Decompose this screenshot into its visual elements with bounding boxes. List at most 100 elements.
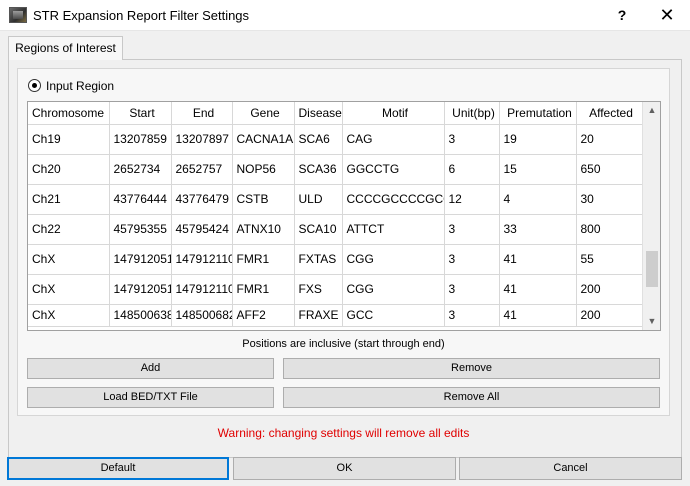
cell-chromosome[interactable]: Ch22 (28, 214, 110, 245)
cell-motif[interactable]: GCC (342, 304, 445, 327)
cell-end[interactable]: 43776479 (171, 184, 233, 215)
column-header-motif[interactable]: Motif (342, 102, 445, 125)
cell-unit[interactable]: 3 (444, 244, 500, 275)
cell-start[interactable]: 45795355 (109, 214, 172, 245)
cell-gene[interactable]: ATNX10 (232, 214, 295, 245)
input-region-label[interactable]: Input Region (46, 79, 114, 93)
cell-disease[interactable]: FRAXE (294, 304, 343, 327)
cell-end[interactable]: 147912110 (171, 244, 233, 275)
cell-start[interactable]: 147912051 (109, 274, 172, 305)
cell-premutation[interactable]: 41 (499, 274, 577, 305)
cell-affected[interactable]: 200 (576, 274, 643, 305)
cell-gene[interactable]: CSTB (232, 184, 295, 215)
scroll-up-arrow-icon[interactable]: ▲ (643, 102, 660, 119)
regions-table[interactable]: Chromosome Start End Gene Disease Motif … (27, 101, 661, 331)
remove-all-button[interactable]: Remove All (283, 387, 660, 408)
window-title: STR Expansion Report Filter Settings (33, 8, 250, 23)
help-button[interactable]: ? (599, 0, 645, 31)
tab-regions-of-interest[interactable]: Regions of Interest (8, 36, 123, 60)
cell-disease[interactable]: SCA6 (294, 124, 343, 155)
table-row[interactable]: Ch20 2652734 2652757 NOP56 SCA36 GGCCTG … (28, 154, 643, 185)
default-button[interactable]: Default (7, 457, 229, 480)
column-header-unit[interactable]: Unit(bp) (444, 102, 500, 125)
column-header-chromosome[interactable]: Chromosome (28, 102, 110, 125)
cell-chromosome[interactable]: ChX (28, 244, 110, 275)
scroll-down-arrow-icon[interactable]: ▼ (643, 313, 660, 330)
cell-gene[interactable]: FMR1 (232, 274, 295, 305)
cell-end[interactable]: 13207897 (171, 124, 233, 155)
cell-premutation[interactable]: 19 (499, 124, 577, 155)
cell-motif[interactable]: CGG (342, 274, 445, 305)
table-row[interactable]: Ch22 45795355 45795424 ATNX10 SCA10 ATTC… (28, 214, 643, 245)
cell-start[interactable]: 43776444 (109, 184, 172, 215)
table-row[interactable]: ChX 147912051 147912110 FMR1 FXTAS CGG 3… (28, 244, 643, 275)
cell-disease[interactable]: FXTAS (294, 244, 343, 275)
cell-unit[interactable]: 3 (444, 214, 500, 245)
remove-button[interactable]: Remove (283, 358, 660, 379)
cell-chromosome[interactable]: Ch19 (28, 124, 110, 155)
cell-gene[interactable]: AFF2 (232, 304, 295, 327)
table-row[interactable]: Ch21 43776444 43776479 CSTB ULD CCCCGCCC… (28, 184, 643, 215)
cell-start[interactable]: 148500638 (109, 304, 172, 327)
cell-premutation[interactable]: 41 (499, 304, 577, 327)
cell-premutation[interactable]: 4 (499, 184, 577, 215)
cell-start[interactable]: 147912051 (109, 244, 172, 275)
column-header-premutation[interactable]: Premutation (499, 102, 577, 125)
cell-disease[interactable]: ULD (294, 184, 343, 215)
cell-motif[interactable]: GGCCTG (342, 154, 445, 185)
column-header-disease[interactable]: Disease (294, 102, 343, 125)
table-header-row: Chromosome Start End Gene Disease Motif … (28, 102, 643, 125)
cell-affected[interactable]: 30 (576, 184, 643, 215)
cell-premutation[interactable]: 33 (499, 214, 577, 245)
add-button[interactable]: Add (27, 358, 274, 379)
input-region-radio[interactable] (28, 79, 41, 92)
cell-affected[interactable]: 800 (576, 214, 643, 245)
cell-start[interactable]: 2652734 (109, 154, 172, 185)
cell-end[interactable]: 147912110 (171, 274, 233, 305)
table-vertical-scrollbar[interactable]: ▲ ▼ (642, 102, 660, 330)
cell-affected[interactable]: 650 (576, 154, 643, 185)
table-row[interactable]: ChX 147912051 147912110 FMR1 FXS CGG 3 4… (28, 274, 643, 305)
app-icon (9, 7, 27, 23)
cancel-button[interactable]: Cancel (459, 457, 682, 480)
cell-end[interactable]: 2652757 (171, 154, 233, 185)
cell-end[interactable]: 148500682 (171, 304, 233, 327)
scroll-thumb[interactable] (646, 251, 658, 287)
cell-chromosome[interactable]: Ch21 (28, 184, 110, 215)
cell-gene[interactable]: CACNA1A (232, 124, 295, 155)
cell-start[interactable]: 13207859 (109, 124, 172, 155)
cell-disease[interactable]: SCA10 (294, 214, 343, 245)
cell-motif[interactable]: ATTCT (342, 214, 445, 245)
cell-unit[interactable]: 3 (444, 274, 500, 305)
column-header-start[interactable]: Start (109, 102, 172, 125)
cell-unit[interactable]: 3 (444, 124, 500, 155)
cell-gene[interactable]: NOP56 (232, 154, 295, 185)
cell-premutation[interactable]: 15 (499, 154, 577, 185)
cell-chromosome[interactable]: ChX (28, 274, 110, 305)
cell-end[interactable]: 45795424 (171, 214, 233, 245)
cell-chromosome[interactable]: Ch20 (28, 154, 110, 185)
cell-premutation[interactable]: 41 (499, 244, 577, 275)
cell-chromosome[interactable]: ChX (28, 304, 110, 327)
cell-disease[interactable]: SCA36 (294, 154, 343, 185)
table-row[interactable]: Ch19 13207859 13207897 CACNA1A SCA6 CAG … (28, 124, 643, 155)
ok-button[interactable]: OK (233, 457, 456, 480)
cell-unit[interactable]: 12 (444, 184, 500, 215)
column-header-gene[interactable]: Gene (232, 102, 295, 125)
table-row[interactable]: ChX 148500638 148500682 AFF2 FRAXE GCC 3… (28, 304, 643, 327)
column-header-affected[interactable]: Affected (576, 102, 643, 125)
cell-affected[interactable]: 20 (576, 124, 643, 155)
close-button[interactable]: ✕ (644, 0, 690, 31)
cell-motif[interactable]: CAG (342, 124, 445, 155)
column-header-end[interactable]: End (171, 102, 233, 125)
warning-message: Warning: changing settings will remove a… (217, 426, 470, 440)
cell-affected[interactable]: 200 (576, 304, 643, 327)
load-bed-txt-button[interactable]: Load BED/TXT File (27, 387, 274, 408)
cell-gene[interactable]: FMR1 (232, 244, 295, 275)
cell-unit[interactable]: 6 (444, 154, 500, 185)
cell-motif[interactable]: CGG (342, 244, 445, 275)
cell-motif[interactable]: CCCCGCCCCGCG (342, 184, 445, 215)
cell-affected[interactable]: 55 (576, 244, 643, 275)
cell-disease[interactable]: FXS (294, 274, 343, 305)
cell-unit[interactable]: 3 (444, 304, 500, 327)
